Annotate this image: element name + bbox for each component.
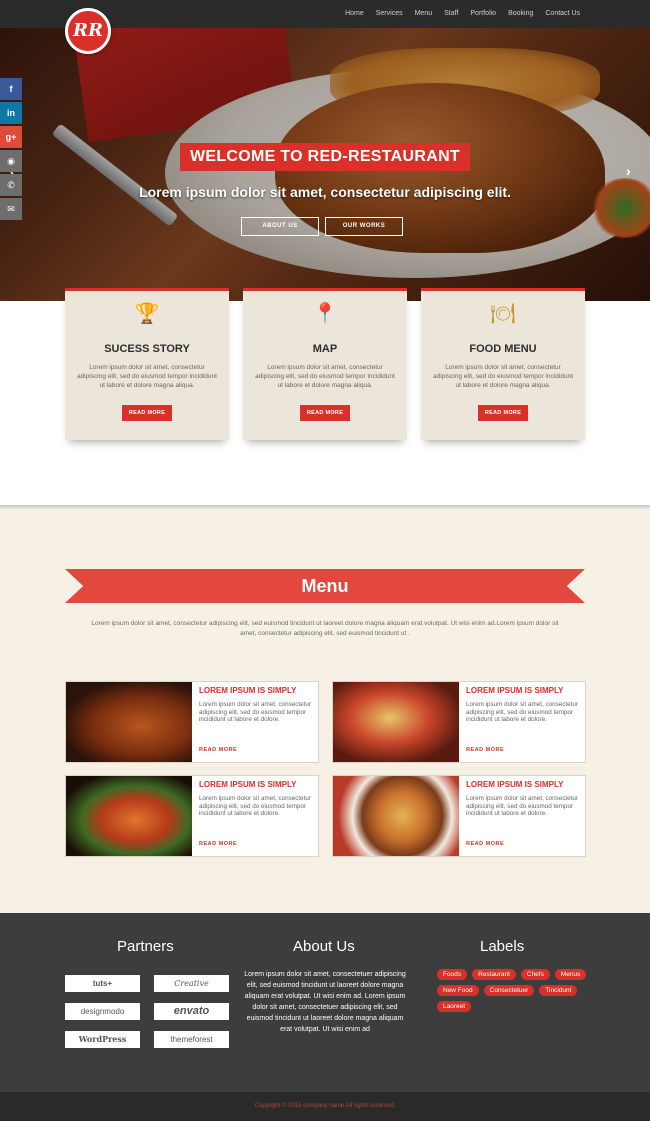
feature-card-success-story: 🏆 SUCESS STORY Lorem ipsum dolor sit ame… bbox=[65, 288, 229, 440]
menu-item-text: Lorem ipsum dolor sit amet, consectetur … bbox=[199, 795, 311, 817]
feature-card-map: 📍 MAP Lorem ipsum dolor sit amet, consec… bbox=[243, 288, 407, 440]
nav-portfolio[interactable]: Portfolio bbox=[464, 0, 502, 28]
menu-item-read-more[interactable]: READ MORE bbox=[199, 841, 237, 847]
menu-item-read-more[interactable]: READ MORE bbox=[466, 841, 504, 847]
feature-text: Lorem ipsum dolor sit amet, consectetur … bbox=[77, 364, 217, 389]
hero-title: WELCOME TO RED-RESTAURANT bbox=[180, 143, 470, 171]
next-slide-arrow-icon[interactable]: › bbox=[626, 163, 631, 179]
feature-card-food-menu: 🍽 FOOD MENU Lorem ipsum dolor sit amet, … bbox=[421, 288, 585, 440]
read-more-button[interactable]: READ MORE bbox=[477, 405, 529, 421]
menu-item-read-more[interactable]: READ MORE bbox=[466, 747, 504, 753]
labels-tag-cloud: Foods Restaurant Chefs Menus New Food Co… bbox=[437, 969, 587, 1012]
mail-icon[interactable]: ✉ bbox=[0, 198, 22, 220]
menu-item: LOREM IPSUM IS SIMPLY Lorem ipsum dolor … bbox=[332, 775, 586, 857]
read-more-button[interactable]: READ MORE bbox=[299, 405, 351, 421]
menu-item-image[interactable] bbox=[66, 776, 192, 856]
menu-item: LOREM IPSUM IS SIMPLY Lorem ipsum dolor … bbox=[332, 681, 586, 763]
label-tag[interactable]: Restaurant bbox=[472, 969, 516, 980]
partner-logo-creative[interactable]: Creative bbox=[154, 975, 229, 992]
copyright-bar: Copyright © 2015 company name All rights… bbox=[0, 1092, 650, 1121]
menu-item-title: LOREM IPSUM IS SIMPLY bbox=[466, 686, 564, 695]
nav-contact-us[interactable]: Contact Us bbox=[539, 0, 586, 28]
menu-item-title: LOREM IPSUM IS SIMPLY bbox=[199, 780, 297, 789]
plate-cutlery-icon: 🍽 bbox=[490, 303, 516, 325]
hero-slider: WELCOME TO RED-RESTAURANT Lorem ipsum do… bbox=[0, 28, 650, 301]
main-nav: Home Services Menu Staff Portfolio Booki… bbox=[339, 0, 586, 28]
menu-item: LOREM IPSUM IS SIMPLY Lorem ipsum dolor … bbox=[65, 681, 319, 763]
map-pin-icon: 📍 bbox=[312, 303, 338, 325]
logo[interactable]: RR bbox=[65, 8, 111, 54]
hero-subtitle: Lorem ipsum dolor sit amet, consectetur … bbox=[139, 184, 511, 200]
label-tag[interactable]: New Food bbox=[437, 985, 479, 996]
label-tag[interactable]: Foods bbox=[437, 969, 468, 980]
label-tag[interactable]: Tincidunt bbox=[539, 985, 578, 996]
partner-logo-wordpress[interactable]: WordPress bbox=[65, 1031, 140, 1048]
phone-icon[interactable]: ✆ bbox=[0, 174, 22, 196]
menu-item-title: LOREM IPSUM IS SIMPLY bbox=[466, 780, 564, 789]
nav-staff[interactable]: Staff bbox=[438, 0, 464, 28]
menu-item-image[interactable] bbox=[333, 776, 459, 856]
label-tag[interactable]: Laoreet bbox=[437, 1001, 472, 1012]
menu-item-text: Lorem ipsum dolor sit amet, consectetur … bbox=[199, 701, 311, 723]
feature-text: Lorem ipsum dolor sit amet, consectetur … bbox=[255, 364, 395, 389]
nav-services[interactable]: Services bbox=[370, 0, 409, 28]
footer: Partners tuts+ Creative designmodo envat… bbox=[0, 913, 650, 1092]
label-tag[interactable]: Consectetuer bbox=[483, 985, 535, 996]
labels-title: Labels bbox=[480, 938, 525, 955]
nav-home[interactable]: Home bbox=[339, 0, 370, 28]
menu-item-image[interactable] bbox=[333, 682, 459, 762]
google-plus-icon[interactable]: g+ bbox=[0, 126, 22, 148]
trophy-icon: 🏆 bbox=[134, 303, 160, 325]
menu-section: Menu Lorem ipsum dolor sit amet, consect… bbox=[0, 509, 650, 913]
partner-logo-designmodo[interactable]: designmodo bbox=[65, 1003, 140, 1020]
our-works-button[interactable]: OUR WORKS bbox=[325, 217, 403, 236]
menu-item-title: LOREM IPSUM IS SIMPLY bbox=[199, 686, 297, 695]
menu-item-image[interactable] bbox=[66, 682, 192, 762]
about-us-button[interactable]: ABOUT US bbox=[241, 217, 319, 236]
feature-title: MAP bbox=[312, 343, 338, 355]
social-sidebar: f in g+ ◉ ✆ ✉ bbox=[0, 78, 22, 222]
about-us-text: Lorem ipsum dolor sit amet, consectetuer… bbox=[244, 971, 406, 1033]
partner-logo-themeforest[interactable]: themeforest bbox=[154, 1031, 229, 1048]
nav-booking[interactable]: Booking bbox=[502, 0, 539, 28]
menu-item-read-more[interactable]: READ MORE bbox=[199, 747, 237, 753]
label-tag[interactable]: Menus bbox=[554, 969, 587, 980]
facebook-icon[interactable]: f bbox=[0, 78, 22, 100]
menu-intro: Lorem ipsum dolor sit amet, consectetur … bbox=[91, 620, 559, 637]
menu-item-text: Lorem ipsum dolor sit amet, consectetur … bbox=[466, 795, 578, 817]
partner-logo-envato[interactable]: envato bbox=[154, 1003, 229, 1020]
label-tag[interactable]: Chefs bbox=[520, 969, 550, 980]
feature-text: Lorem ipsum dolor sit amet, consectetur … bbox=[433, 364, 573, 389]
partners-title: Partners bbox=[117, 938, 174, 955]
menu-item: LOREM IPSUM IS SIMPLY Lorem ipsum dolor … bbox=[65, 775, 319, 857]
feature-title: SUCESS STORY bbox=[104, 343, 190, 355]
github-icon[interactable]: ◉ bbox=[0, 150, 22, 172]
linkedin-icon[interactable]: in bbox=[0, 102, 22, 124]
menu-item-text: Lorem ipsum dolor sit amet, consectetur … bbox=[466, 701, 578, 723]
about-us-title: About Us bbox=[293, 938, 355, 955]
nav-menu[interactable]: Menu bbox=[409, 0, 439, 28]
read-more-button[interactable]: READ MORE bbox=[121, 405, 173, 421]
menu-ribbon-title: Menu bbox=[65, 569, 585, 603]
feature-title: FOOD MENU bbox=[469, 343, 537, 355]
partner-logo-tuts[interactable]: tuts+ bbox=[65, 975, 140, 992]
